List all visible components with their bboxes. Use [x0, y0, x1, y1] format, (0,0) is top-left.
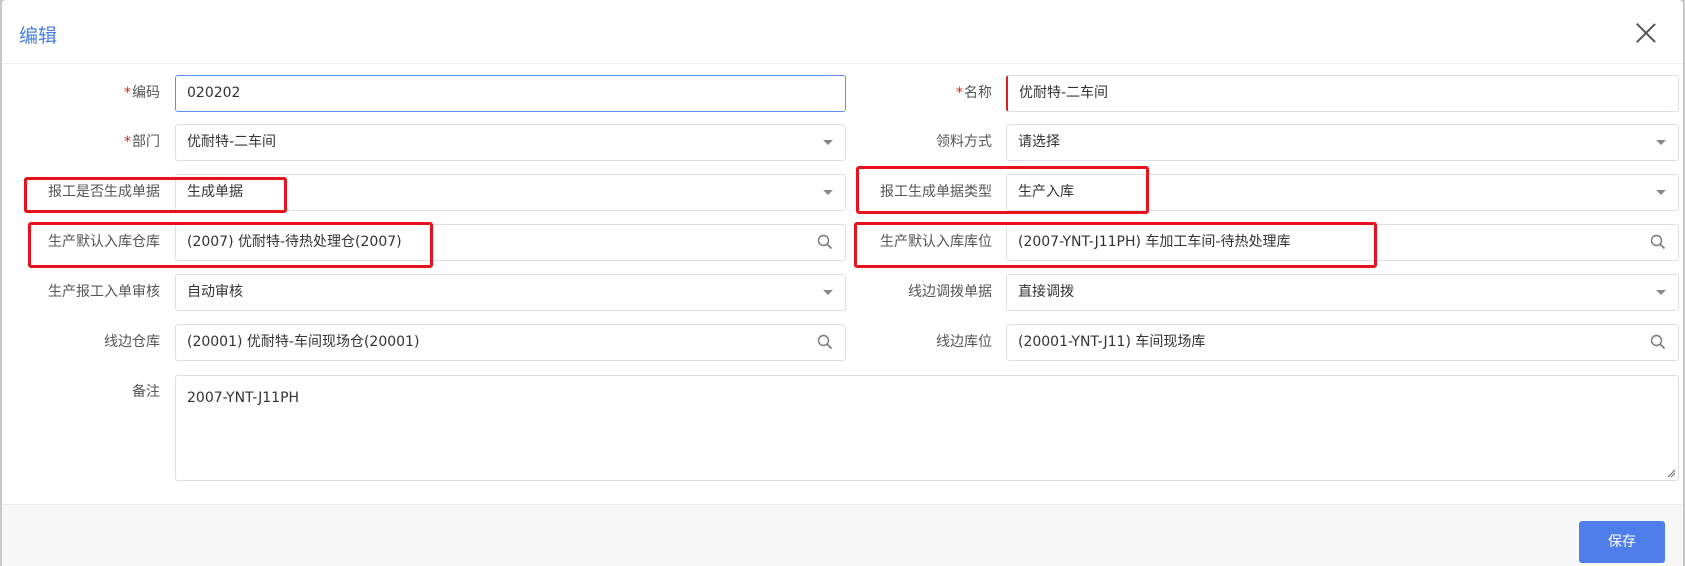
- required-mark: *: [956, 85, 963, 101]
- remark-label: 备注: [132, 384, 160, 400]
- line-transfer-doc-select[interactable]: 直接调拨: [1006, 274, 1679, 311]
- chevron-down-icon: [1656, 290, 1666, 295]
- code-input[interactable]: 020202: [175, 75, 846, 112]
- chevron-down-icon: [1656, 140, 1666, 145]
- default-warehouse-label: 生产默认入库仓库: [48, 234, 160, 250]
- search-icon[interactable]: [817, 234, 833, 250]
- material-method-select[interactable]: 请选择: [1006, 124, 1679, 161]
- search-icon[interactable]: [1650, 334, 1666, 350]
- resize-handle-icon[interactable]: [1666, 468, 1676, 478]
- remark-textarea[interactable]: 2007-YNT-J11PH: [175, 375, 1679, 481]
- department-label: *部门: [2, 124, 160, 160]
- report-doc-type-value: 生产入库: [1018, 184, 1074, 200]
- department-select[interactable]: 优耐特-二车间: [175, 124, 846, 161]
- search-icon[interactable]: [817, 334, 833, 350]
- chevron-down-icon: [823, 290, 833, 295]
- department-label-text: 部门: [132, 134, 160, 150]
- line-location-lookup[interactable]: (20001-YNT-J11) 车间现场库: [1006, 324, 1679, 361]
- report-doc-type-select[interactable]: 生产入库: [1006, 174, 1679, 211]
- report-generate-doc-label: 报工是否生成单据: [48, 184, 160, 200]
- report-doc-type-label: 报工生成单据类型: [880, 184, 992, 200]
- line-transfer-doc-value: 直接调拨: [1018, 284, 1074, 300]
- dialog-header: 编辑: [2, 0, 1683, 64]
- edit-dialog: 编辑 *编码 020202 *名称 优耐特-二车间 *部门 优耐特-二车间 领料…: [2, 0, 1683, 566]
- line-warehouse-label: 线边仓库: [104, 334, 160, 350]
- line-transfer-doc-label: 线边调拨单据: [908, 284, 992, 300]
- chevron-down-icon: [1656, 190, 1666, 195]
- search-icon[interactable]: [1650, 234, 1666, 250]
- material-method-label: 领料方式: [936, 134, 992, 150]
- code-label-text: 编码: [132, 85, 160, 101]
- name-value: 优耐特-二车间: [1019, 85, 1109, 101]
- department-value: 优耐特-二车间: [187, 134, 277, 150]
- save-button[interactable]: 保存: [1579, 521, 1665, 563]
- line-warehouse-value: (20001) 优耐特-车间现场仓(20001): [187, 334, 420, 350]
- code-value: 020202: [187, 85, 241, 101]
- line-location-label: 线边库位: [936, 334, 992, 350]
- default-warehouse-lookup[interactable]: (2007) 优耐特-待热处理仓(2007): [175, 224, 846, 261]
- report-inbound-review-label: 生产报工入单审核: [48, 284, 160, 300]
- report-generate-doc-value: 生成单据: [187, 184, 243, 200]
- required-mark: *: [124, 134, 131, 150]
- report-inbound-review-value: 自动审核: [187, 284, 243, 300]
- line-warehouse-lookup[interactable]: (20001) 优耐特-车间现场仓(20001): [175, 324, 846, 361]
- required-mark: *: [124, 85, 131, 101]
- default-warehouse-value: (2007) 优耐特-待热处理仓(2007): [187, 234, 402, 250]
- code-label: *编码: [2, 75, 160, 111]
- chevron-down-icon: [823, 140, 833, 145]
- remark-value: 2007-YNT-J11PH: [187, 390, 300, 406]
- report-inbound-review-select[interactable]: 自动审核: [175, 274, 846, 311]
- dialog-title: 编辑: [19, 25, 58, 47]
- report-generate-doc-select[interactable]: 生成单据: [175, 174, 846, 211]
- name-input[interactable]: 优耐特-二车间: [1006, 75, 1679, 112]
- default-location-value: (2007-YNT-J11PH) 车加工车间-待热处理库: [1018, 234, 1291, 250]
- material-method-value: 请选择: [1018, 134, 1060, 150]
- line-location-value: (20001-YNT-J11) 车间现场库: [1018, 334, 1206, 350]
- dialog-footer: 保存: [2, 504, 1683, 566]
- default-location-label: 生产默认入库库位: [880, 234, 992, 250]
- chevron-down-icon: [823, 190, 833, 195]
- name-label-text: 名称: [964, 85, 992, 101]
- close-icon[interactable]: [1635, 22, 1657, 44]
- name-label: *名称: [834, 75, 992, 111]
- default-location-lookup[interactable]: (2007-YNT-J11PH) 车加工车间-待热处理库: [1006, 224, 1679, 261]
